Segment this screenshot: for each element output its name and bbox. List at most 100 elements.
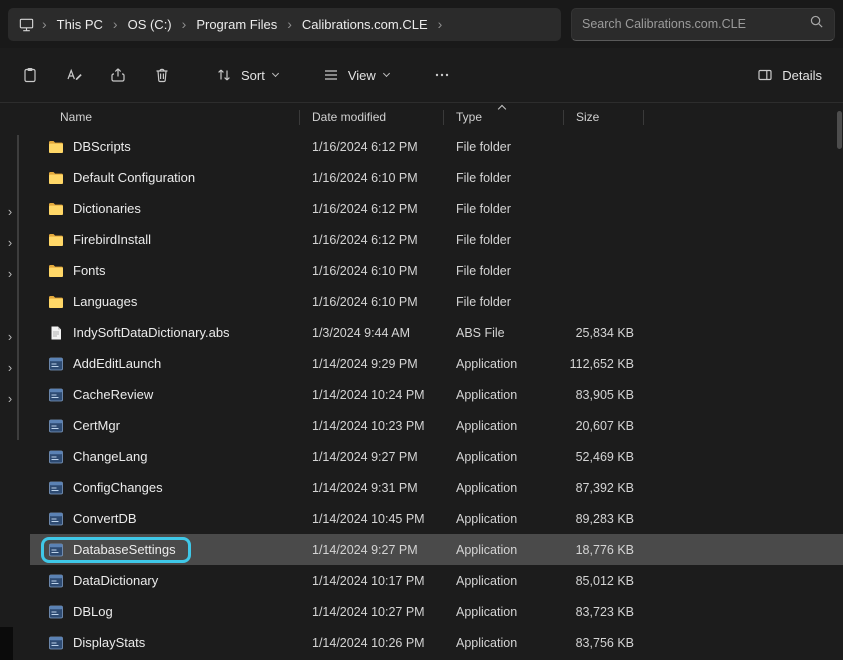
sort-label: Sort <box>241 68 265 83</box>
tree-expand-chevron-icon[interactable]: › <box>3 265 17 283</box>
file-name-wrap: ConvertDB <box>48 511 137 527</box>
file-type: Application <box>444 388 564 402</box>
file-name: ConvertDB <box>73 511 137 526</box>
file-row[interactable]: Dictionaries 1/16/2024 6:12 PM File fold… <box>30 193 843 224</box>
more-options-button[interactable] <box>422 57 462 93</box>
trash-icon <box>153 66 171 84</box>
file-row[interactable]: ChangeLang 1/14/2024 9:27 PM Application… <box>30 441 843 472</box>
tree-expand-chevron-icon[interactable]: › <box>3 234 17 252</box>
file-row[interactable]: FirebirdInstall 1/16/2024 6:12 PM File f… <box>30 224 843 255</box>
file-row[interactable]: AddEditLaunch 1/14/2024 9:29 PM Applicat… <box>30 348 843 379</box>
details-label: Details <box>782 68 822 83</box>
file-size: 20,607 KB <box>564 419 644 433</box>
breadcrumb-item[interactable]: OS (C:) <box>119 13 181 36</box>
folder-icon <box>48 232 64 248</box>
file-name-wrap: Languages <box>48 294 137 310</box>
view-button[interactable]: View <box>311 57 400 93</box>
file-row[interactable]: Default Configuration 1/16/2024 6:10 PM … <box>30 162 843 193</box>
column-header-type[interactable]: Type <box>444 103 564 131</box>
application-icon <box>48 573 64 589</box>
search-input[interactable] <box>582 17 801 31</box>
breadcrumb-item[interactable]: This PC <box>48 13 112 36</box>
tree-expand-chevron-icon[interactable]: › <box>3 390 17 408</box>
file-row[interactable]: Fonts 1/16/2024 6:10 PM File folder <box>30 255 843 286</box>
file-date-modified: 1/3/2024 9:44 AM <box>300 326 444 340</box>
tree-expand-chevron-icon[interactable]: › <box>3 359 17 377</box>
sort-button[interactable]: Sort <box>204 57 289 93</box>
file-size: 87,392 KB <box>564 481 644 495</box>
column-header-modified[interactable]: Date modified <box>300 103 444 131</box>
rename-button[interactable] <box>54 57 94 93</box>
file-type: File folder <box>444 171 564 185</box>
file-row[interactable]: Languages 1/16/2024 6:10 PM File folder <box>30 286 843 317</box>
share-button[interactable] <box>98 57 138 93</box>
file-date-modified: 1/14/2024 10:27 PM <box>300 605 444 619</box>
file-name: Dictionaries <box>73 201 141 216</box>
file-type: Application <box>444 636 564 650</box>
breadcrumb-separator: › <box>286 17 293 31</box>
file-name-cell: Languages <box>30 294 300 310</box>
file-row[interactable]: DBScripts 1/16/2024 6:12 PM File folder <box>30 131 843 162</box>
column-header-name[interactable]: Name <box>30 103 300 131</box>
file-type: File folder <box>444 202 564 216</box>
delete-button[interactable] <box>142 57 182 93</box>
column-header-size[interactable]: Size <box>564 103 644 131</box>
file-type: Application <box>444 605 564 619</box>
application-icon <box>48 511 64 527</box>
file-name-wrap: ChangeLang <box>48 449 147 465</box>
sort-icon <box>215 66 233 84</box>
chevron-down-icon <box>272 70 279 77</box>
chevron-down-icon <box>383 70 390 77</box>
file-row[interactable]: ConfigChanges 1/14/2024 9:31 PM Applicat… <box>30 472 843 503</box>
file-row[interactable]: DatabaseSettings 1/14/2024 9:27 PM Appli… <box>30 534 843 565</box>
file-type: Application <box>444 450 564 464</box>
file-type: File folder <box>444 233 564 247</box>
file-row[interactable]: DataDictionary 1/14/2024 10:17 PM Applic… <box>30 565 843 596</box>
file-date-modified: 1/16/2024 6:10 PM <box>300 264 444 278</box>
breadcrumb-item[interactable]: Calibrations.com.CLE <box>293 13 437 36</box>
file-name: AddEditLaunch <box>73 356 161 371</box>
file-date-modified: 1/16/2024 6:12 PM <box>300 140 444 154</box>
file-name-wrap: DisplayStats <box>48 635 145 651</box>
file-date-modified: 1/14/2024 10:17 PM <box>300 574 444 588</box>
address-bar[interactable]: ›This PC›OS (C:)›Program Files›Calibrati… <box>8 8 561 41</box>
file-date-modified: 1/14/2024 10:24 PM <box>300 388 444 402</box>
paste-button[interactable] <box>10 57 50 93</box>
tree-expand-chevron-icon[interactable]: › <box>3 328 17 346</box>
file-type: File folder <box>444 140 564 154</box>
folder-icon <box>48 263 64 279</box>
file-size: 83,905 KB <box>564 388 644 402</box>
file-name: Languages <box>73 294 137 309</box>
this-pc-icon <box>16 16 39 33</box>
vertical-scrollbar[interactable] <box>836 105 842 657</box>
file-row[interactable]: CacheReview 1/14/2024 10:24 PM Applicati… <box>30 379 843 410</box>
scrollbar-thumb[interactable] <box>837 111 842 149</box>
folder-icon <box>48 170 64 186</box>
file-name-cell: DatabaseSettings <box>30 537 300 563</box>
file-name-wrap: DBLog <box>48 604 113 620</box>
breadcrumb-separator: › <box>41 17 48 31</box>
file-date-modified: 1/16/2024 6:12 PM <box>300 202 444 216</box>
file-name-cell: DBScripts <box>30 139 300 155</box>
folder-icon <box>48 139 64 155</box>
details-button[interactable]: Details <box>745 57 833 93</box>
file-type: Application <box>444 481 564 495</box>
file-name: DisplayStats <box>73 635 145 650</box>
file-date-modified: 1/14/2024 9:29 PM <box>300 357 444 371</box>
tree-expand-chevron-icon[interactable]: › <box>3 203 17 221</box>
file-name-cell: CacheReview <box>30 387 300 403</box>
file-date-modified: 1/16/2024 6:10 PM <box>300 295 444 309</box>
file-type: ABS File <box>444 326 564 340</box>
file-name: CacheReview <box>73 387 153 402</box>
application-icon <box>48 542 64 558</box>
column-header-row: Name Date modified Type Size <box>30 103 843 131</box>
folder-icon <box>48 294 64 310</box>
file-row[interactable]: CertMgr 1/14/2024 10:23 PM Application 2… <box>30 410 843 441</box>
file-row[interactable]: ConvertDB 1/14/2024 10:45 PM Application… <box>30 503 843 534</box>
breadcrumb-item[interactable]: Program Files <box>187 13 286 36</box>
file-name-cell: CertMgr <box>30 418 300 434</box>
breadcrumb-separator: › <box>181 17 188 31</box>
file-row[interactable]: DBLog 1/14/2024 10:27 PM Application 83,… <box>30 596 843 627</box>
file-row[interactable]: IndySoftDataDictionary.abs 1/3/2024 9:44… <box>30 317 843 348</box>
file-row[interactable]: DisplayStats 1/14/2024 10:26 PM Applicat… <box>30 627 843 658</box>
